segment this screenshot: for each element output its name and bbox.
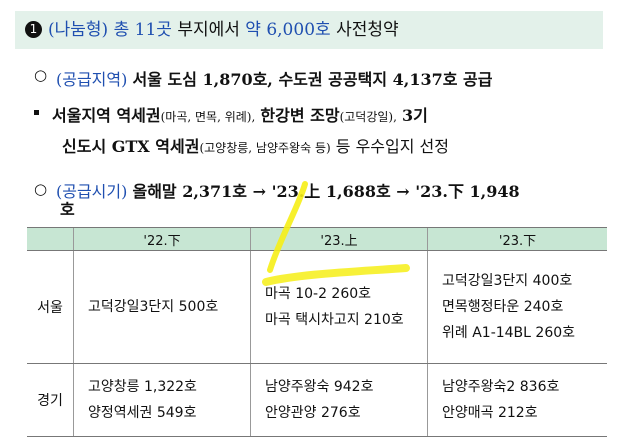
supply-table: '22.下 '23.上 '23.下 서울 고덕강일3단지 500호 마곡 10-… [27, 227, 607, 437]
headline-tail: 사전청약 [336, 20, 399, 40]
table-cell: 고양창릉 1,322호 양정역세권 549호 [73, 363, 251, 437]
headline-count: 총 11곳 [113, 20, 172, 40]
supply-region-label: (공급지역) [56, 70, 128, 89]
circle-bullet-icon: ○ [34, 66, 48, 84]
table-cell: 마곡 10-2 260호 마곡 택시차고지 210호 [250, 250, 428, 364]
header-23-first-half: '23.上 [250, 227, 428, 251]
cell-line: 마곡 택시차고지 210호 [265, 312, 404, 328]
headline-amount: 약 6,000호 [245, 20, 331, 40]
table-cell: 고덕강일3단지 500호 [73, 250, 251, 364]
station-area-note: (마곡, 면목, 위례), [160, 110, 256, 124]
region-cell: 경기 [27, 363, 74, 437]
station-area-text: 서울지역 역세권 [52, 106, 161, 125]
cell-line: 안양매곡 212호 [442, 405, 538, 421]
headline-mid: 부지에서 [177, 20, 240, 40]
cell-line: 양정역세권 549호 [88, 405, 197, 421]
supply-schedule-line: (공급시기) 올해말 2,371호 → '23.上 1,688호 → '23.下… [56, 178, 520, 202]
cell-line: 안양관양 276호 [265, 405, 361, 421]
supply-region-text: 서울 도심 1,870호, 수도권 공공택지 4,137호 공급 [132, 70, 493, 89]
cell-line: 고양창릉 1,322호 [88, 379, 197, 395]
region-cell: 서울 [27, 250, 74, 364]
gtx-area-note: (고양창릉, 남양주왕숙 등) [199, 141, 331, 155]
number-badge: 1 [25, 21, 42, 38]
gtx-area-text: 신도시 GTX 역세권 [62, 137, 200, 156]
supply-region-line: (공급지역) 서울 도심 1,870호, 수도권 공공택지 4,137호 공급 [56, 66, 492, 90]
selection-text: 등 우수입지 선정 [335, 137, 449, 156]
table-cell: 남양주왕숙 942호 안양관양 276호 [250, 363, 428, 437]
header-22-second-half: '22.下 [73, 227, 251, 251]
supply-schedule-text: 올해말 2,371호 → '23.上 1,688호 → '23.下 1,948 [132, 182, 520, 201]
table-header-row: '22.下 '23.上 '23.下 [27, 227, 607, 251]
header-23-second-half: '23.下 [427, 227, 607, 251]
table-row: 경기 고양창릉 1,322호 양정역세권 549호 남양주왕숙 942호 안양관… [27, 363, 607, 437]
headline-type: (나눔형) [48, 20, 109, 40]
table-cell: 남양주왕숙2 836호 안양매곡 212호 [427, 363, 607, 437]
cell-line: 고덕강일3단지 500호 [88, 299, 219, 315]
third-gen-text: 3기 [402, 106, 428, 125]
cell-line: 남양주왕숙2 836호 [442, 379, 560, 395]
cell-line: 고덕강일3단지 400호 [442, 273, 573, 289]
location-line-1: 서울지역 역세권(마곡, 면목, 위례), 한강변 조망(고덕강일), 3기 [52, 102, 428, 126]
location-line-2: 신도시 GTX 역세권(고양창릉, 남양주왕숙 등) 등 우수입지 선정 [62, 133, 449, 157]
header-region [27, 227, 74, 251]
circle-bullet-icon: ○ [34, 180, 48, 198]
river-view-text: 한강변 조망 [260, 106, 340, 125]
table-row: 서울 고덕강일3단지 500호 마곡 10-2 260호 마곡 택시차고지 21… [27, 250, 607, 364]
cell-line: 남양주왕숙 942호 [265, 379, 374, 395]
cell-line: 위례 A1-14BL 260호 [442, 325, 576, 341]
cell-line: 마곡 10-2 260호 [265, 286, 372, 302]
square-bullet-icon [34, 110, 39, 115]
supply-schedule-wrap: 호 [60, 200, 75, 219]
river-view-note: (고덕강일), [339, 110, 397, 124]
cell-line: 면목행정타운 240호 [442, 299, 564, 315]
headline-banner: 1 (나눔형) 총 11곳 부지에서 약 6,000호 사전청약 [15, 11, 603, 49]
table-cell: 고덕강일3단지 400호 면목행정타운 240호 위례 A1-14BL 260호 [427, 250, 607, 364]
